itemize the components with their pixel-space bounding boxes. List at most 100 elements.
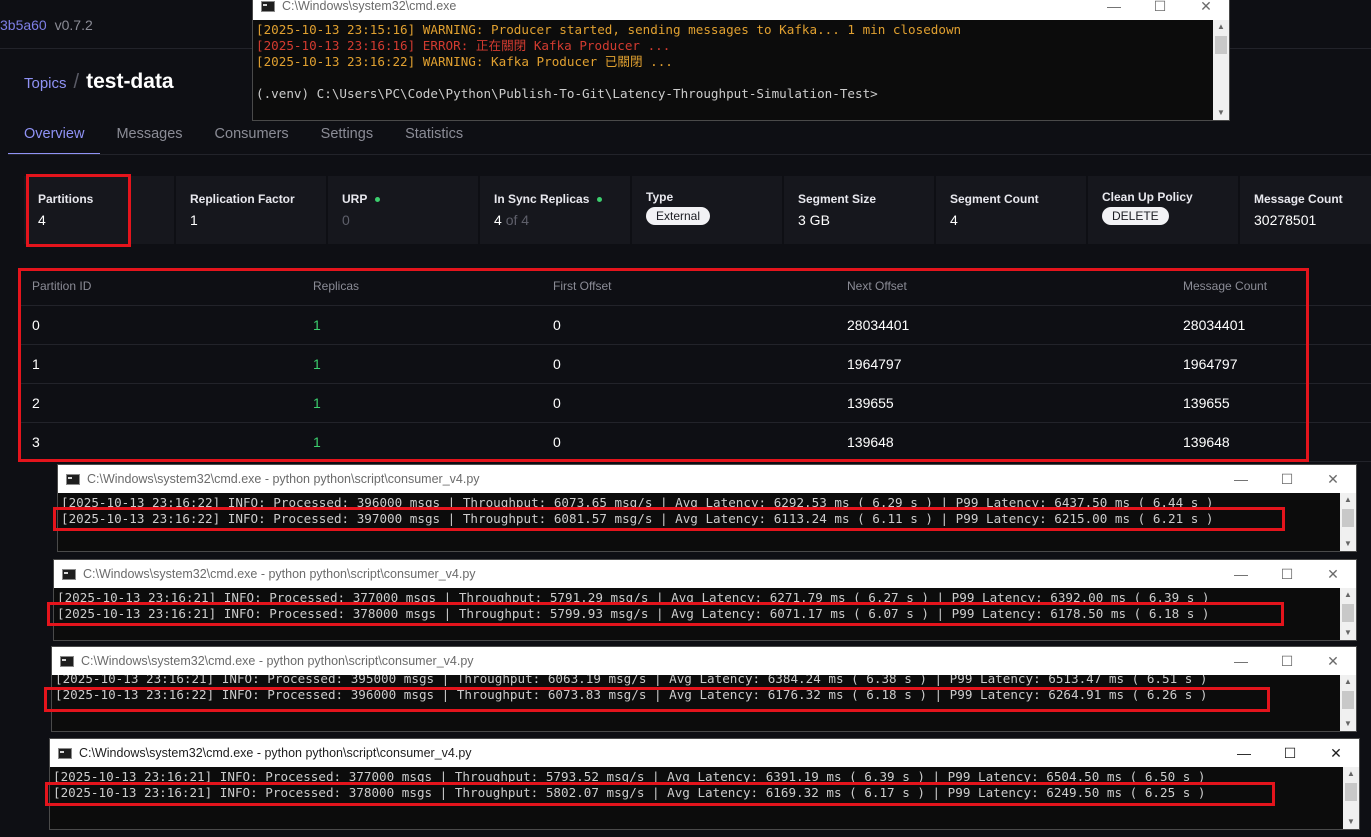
window-title: C:\Windows\system32\cmd.exe - python pyt… bbox=[87, 472, 480, 486]
scroll-up-icon[interactable]: ▲ bbox=[1340, 588, 1356, 602]
console-output[interactable]: [2025-10-13 23:15:16] WARNING: Producer … bbox=[253, 20, 1229, 102]
console-line: [2025-10-13 23:16:21] INFO: Processed: 3… bbox=[57, 606, 1210, 621]
scroll-thumb[interactable] bbox=[1215, 36, 1227, 54]
cell-message-count: 28034401 bbox=[1183, 305, 1371, 345]
console-line: [2025-10-13 23:16:22] INFO: Processed: 3… bbox=[61, 511, 1214, 526]
console-line: [2025-10-13 23:16:22] INFO: Processed: 3… bbox=[55, 687, 1208, 702]
minimize-icon[interactable]: — bbox=[1218, 560, 1264, 588]
cell-partition-id: 1 bbox=[20, 344, 313, 384]
vertical-scrollbar[interactable]: ▲ ▼ bbox=[1340, 588, 1356, 640]
stat-partitions: Partitions 4 bbox=[24, 176, 174, 244]
window-controls: — ☐ ✕ bbox=[1218, 465, 1356, 493]
cell-replicas: 1 bbox=[313, 422, 553, 462]
stat-value: 3 GB bbox=[798, 212, 830, 228]
cell-partition-id: 2 bbox=[20, 383, 313, 423]
col-next-offset[interactable]: Next Offset bbox=[847, 268, 1183, 306]
maximize-icon[interactable]: ☐ bbox=[1264, 647, 1310, 675]
window-titlebar[interactable]: C:\Windows\system32\cmd.exe - python pyt… bbox=[54, 560, 1356, 588]
window-titlebar[interactable]: C:\Windows\system32\cmd.exe - python pyt… bbox=[52, 647, 1356, 675]
tabs-divider bbox=[8, 154, 1371, 155]
table-header-row: Partition ID Replicas First Offset Next … bbox=[20, 268, 1371, 306]
console-line: [2025-10-13 23:16:22] INFO: Processed: 3… bbox=[61, 495, 1214, 510]
tab-settings[interactable]: Settings bbox=[305, 118, 389, 155]
consumer-cmd-window-1[interactable]: C:\Windows\system32\cmd.exe - python pyt… bbox=[57, 464, 1357, 552]
close-icon[interactable]: ✕ bbox=[1310, 647, 1356, 675]
stat-label: Type bbox=[646, 190, 674, 204]
scroll-thumb[interactable] bbox=[1342, 691, 1354, 709]
topic-tabs: Overview Messages Consumers Settings Sta… bbox=[8, 118, 479, 155]
consumer-cmd-window-3[interactable]: C:\Windows\system32\cmd.exe - python pyt… bbox=[51, 646, 1357, 732]
consumer-cmd-window-2[interactable]: C:\Windows\system32\cmd.exe - python pyt… bbox=[53, 559, 1357, 641]
col-partition-id[interactable]: Partition ID bbox=[20, 268, 313, 306]
consumer-cmd-window-4[interactable]: C:\Windows\system32\cmd.exe - python pyt… bbox=[49, 738, 1360, 830]
col-first-offset[interactable]: First Offset bbox=[553, 268, 847, 306]
close-icon[interactable]: ✕ bbox=[1313, 739, 1359, 767]
maximize-icon[interactable]: ☐ bbox=[1264, 465, 1310, 493]
tab-overview[interactable]: Overview bbox=[8, 118, 101, 155]
col-message-count[interactable]: Message Count bbox=[1183, 268, 1371, 306]
app-version: 3b5a60 v0.7.2 bbox=[0, 17, 93, 33]
window-titlebar[interactable]: C:\Windows\system32\cmd.exe — ☐ ✕ bbox=[253, 0, 1229, 20]
scroll-up-icon[interactable]: ▲ bbox=[1213, 20, 1229, 34]
maximize-icon[interactable]: ☐ bbox=[1267, 739, 1313, 767]
cmd-icon bbox=[62, 568, 76, 580]
console-line: [2025-10-13 23:16:21] INFO: Processed: 3… bbox=[53, 769, 1206, 784]
commit-hash[interactable]: 3b5a60 bbox=[0, 17, 47, 33]
cell-next-offset: 139655 bbox=[847, 383, 1183, 423]
cell-first-offset: 0 bbox=[553, 305, 847, 345]
scroll-thumb[interactable] bbox=[1342, 509, 1354, 527]
cell-partition-id: 0 bbox=[20, 305, 313, 345]
close-icon[interactable]: ✕ bbox=[1310, 465, 1356, 493]
stat-message-count: Message Count 30278501 bbox=[1240, 176, 1371, 244]
console-prompt: (.venv) C:\Users\PC\Code\Python\Publish-… bbox=[256, 86, 878, 101]
console-output[interactable]: [2025-10-13 23:16:22] INFO: Processed: 3… bbox=[58, 493, 1356, 527]
scroll-thumb[interactable] bbox=[1342, 604, 1354, 622]
cell-replicas: 1 bbox=[313, 344, 553, 384]
cmd-icon bbox=[66, 473, 80, 485]
minimize-icon[interactable]: — bbox=[1221, 739, 1267, 767]
window-titlebar[interactable]: C:\Windows\system32\cmd.exe - python pyt… bbox=[58, 465, 1356, 493]
console-line: [2025-10-13 23:16:21] INFO: Processed: 3… bbox=[57, 590, 1210, 605]
minimize-icon[interactable]: — bbox=[1218, 647, 1264, 675]
vertical-scrollbar[interactable]: ▲ ▼ bbox=[1340, 675, 1356, 731]
breadcrumb-topics-link[interactable]: Topics bbox=[24, 75, 67, 92]
console-output[interactable]: [2025-10-13 23:16:21] INFO: Processed: 3… bbox=[52, 671, 1356, 703]
vertical-scrollbar[interactable]: ▲ ▼ bbox=[1213, 20, 1229, 120]
tab-statistics[interactable]: Statistics bbox=[389, 118, 479, 155]
tab-consumers[interactable]: Consumers bbox=[199, 118, 305, 155]
stat-label: URP bbox=[342, 192, 368, 206]
vertical-scrollbar[interactable]: ▲ ▼ bbox=[1340, 493, 1356, 551]
close-icon[interactable]: ✕ bbox=[1310, 560, 1356, 588]
stat-value: 4 bbox=[950, 212, 958, 228]
scroll-down-icon[interactable]: ▼ bbox=[1340, 537, 1356, 551]
stat-label: Partitions bbox=[38, 192, 94, 206]
scroll-down-icon[interactable]: ▼ bbox=[1213, 106, 1229, 120]
type-badge: External bbox=[646, 207, 711, 225]
scroll-up-icon[interactable]: ▲ bbox=[1340, 493, 1356, 507]
cell-first-offset: 0 bbox=[553, 383, 847, 423]
vertical-scrollbar[interactable]: ▲ ▼ bbox=[1343, 767, 1359, 829]
close-icon[interactable]: ✕ bbox=[1183, 0, 1229, 20]
scroll-up-icon[interactable]: ▲ bbox=[1343, 767, 1359, 781]
tab-messages[interactable]: Messages bbox=[100, 118, 198, 155]
console-output[interactable]: [2025-10-13 23:16:21] INFO: Processed: 3… bbox=[54, 588, 1356, 622]
col-replicas[interactable]: Replicas bbox=[313, 268, 553, 306]
maximize-icon[interactable]: ☐ bbox=[1137, 0, 1183, 20]
minimize-icon[interactable]: — bbox=[1218, 465, 1264, 493]
scroll-thumb[interactable] bbox=[1345, 783, 1357, 801]
window-controls: — ☐ ✕ bbox=[1221, 739, 1359, 767]
scroll-down-icon[interactable]: ▼ bbox=[1343, 815, 1359, 829]
scroll-up-icon[interactable]: ▲ bbox=[1340, 675, 1356, 689]
breadcrumb: Topics / test-data bbox=[24, 70, 174, 94]
maximize-icon[interactable]: ☐ bbox=[1264, 560, 1310, 588]
cell-first-offset: 0 bbox=[553, 344, 847, 384]
console-output[interactable]: [2025-10-13 23:16:21] INFO: Processed: 3… bbox=[50, 767, 1359, 801]
window-titlebar[interactable]: C:\Windows\system32\cmd.exe - python pyt… bbox=[50, 739, 1359, 767]
minimize-icon[interactable]: — bbox=[1091, 0, 1137, 20]
stat-urp: URP 0 bbox=[328, 176, 478, 244]
scroll-down-icon[interactable]: ▼ bbox=[1340, 626, 1356, 640]
producer-cmd-window[interactable]: C:\Windows\system32\cmd.exe — ☐ ✕ [2025-… bbox=[252, 0, 1230, 121]
stat-label: Replication Factor bbox=[190, 192, 295, 206]
stat-replication-factor: Replication Factor 1 bbox=[176, 176, 326, 244]
scroll-down-icon[interactable]: ▼ bbox=[1340, 717, 1356, 731]
